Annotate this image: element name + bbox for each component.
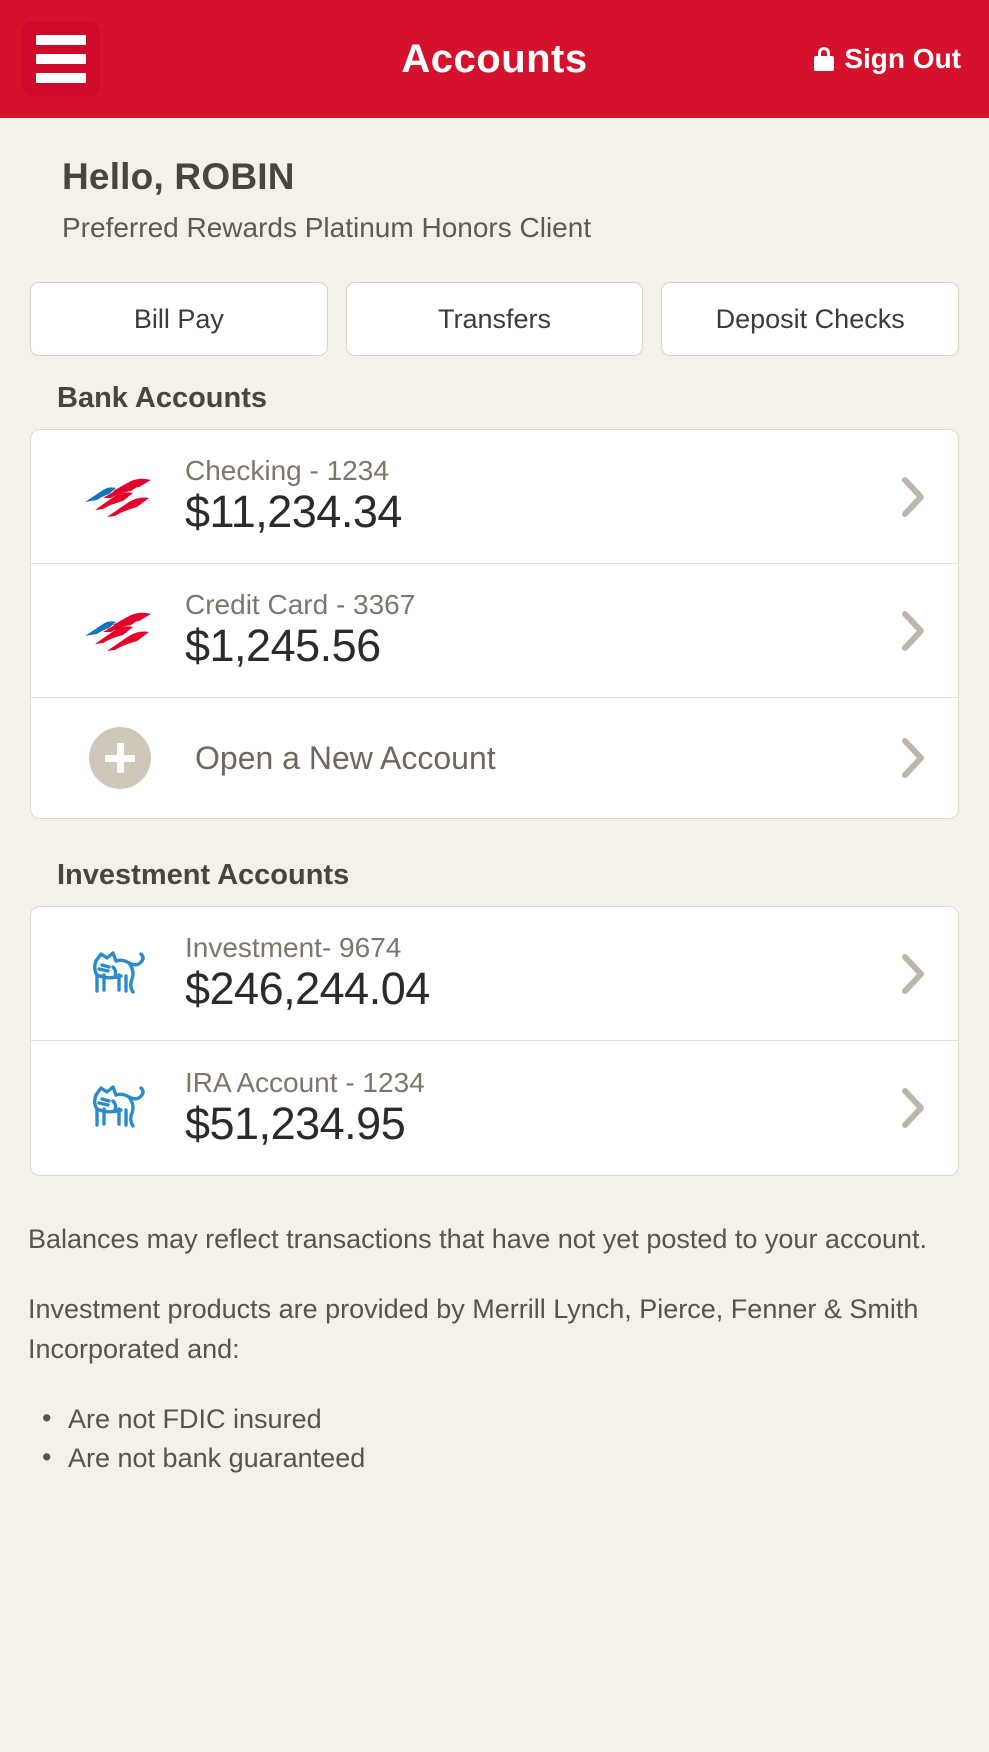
sign-out-label: Sign Out	[844, 43, 961, 75]
disclaimer-block: Balances may reflect transactions that h…	[0, 1176, 989, 1370]
investment-disclaimer: Investment products are provided by Merr…	[28, 1290, 961, 1370]
account-row-ira[interactable]: IRA Account - 1234 $51,234.95	[31, 1041, 958, 1175]
account-info: Credit Card - 3367 $1,245.56	[175, 589, 900, 672]
account-balance: $11,234.34	[185, 487, 900, 537]
open-new-account-row[interactable]: Open a New Account	[31, 698, 958, 818]
bank-of-america-flag-logo	[65, 474, 175, 520]
bank-of-america-flag-logo	[65, 608, 175, 654]
bill-pay-button[interactable]: Bill Pay	[30, 282, 328, 356]
greeting-text: Hello, ROBIN	[62, 156, 989, 198]
account-row-checking[interactable]: Checking - 1234 $11,234.34	[31, 430, 958, 564]
chevron-right-icon	[900, 952, 926, 996]
greeting-block: Hello, ROBIN Preferred Rewards Platinum …	[0, 118, 989, 244]
balances-disclaimer: Balances may reflect transactions that h…	[28, 1220, 961, 1260]
list-item: Are not FDIC insured	[42, 1400, 989, 1439]
account-info: Investment- 9674 $246,244.04	[175, 932, 900, 1015]
app-header: Accounts Sign Out	[0, 0, 989, 118]
account-info: IRA Account - 1234 $51,234.95	[175, 1067, 900, 1150]
account-name: Investment- 9674	[185, 932, 900, 964]
account-balance: $1,245.56	[185, 621, 900, 671]
deposit-checks-button[interactable]: Deposit Checks	[661, 282, 959, 356]
investment-accounts-card: Investment- 9674 $246,244.04	[30, 906, 959, 1176]
bank-accounts-card: Checking - 1234 $11,234.34 Credit Card -…	[30, 429, 959, 819]
sign-out-button[interactable]: Sign Out	[814, 43, 961, 75]
account-name: IRA Account - 1234	[185, 1067, 900, 1099]
merrill-lynch-bull-logo	[65, 1079, 175, 1137]
account-name: Credit Card - 3367	[185, 589, 900, 621]
bank-accounts-heading: Bank Accounts	[0, 356, 989, 429]
account-row-investment[interactable]: Investment- 9674 $246,244.04	[31, 907, 958, 1041]
account-balance: $51,234.95	[185, 1099, 900, 1149]
investment-accounts-heading: Investment Accounts	[0, 819, 989, 906]
account-row-credit-card[interactable]: Credit Card - 3367 $1,245.56	[31, 564, 958, 698]
chevron-right-icon	[900, 609, 926, 653]
lock-icon	[814, 47, 834, 71]
disclaimer-bullet-list: Are not FDIC insured Are not bank guaran…	[0, 1400, 989, 1478]
merrill-lynch-bull-logo	[65, 945, 175, 1003]
plus-circle-icon	[89, 727, 151, 789]
open-new-account-label: Open a New Account	[185, 740, 900, 777]
account-balance: $246,244.04	[185, 964, 900, 1014]
account-name: Checking - 1234	[185, 455, 900, 487]
list-item: Are not bank guaranteed	[42, 1439, 989, 1478]
account-info: Checking - 1234 $11,234.34	[175, 455, 900, 538]
chevron-right-icon	[900, 736, 926, 780]
rewards-status-text: Preferred Rewards Platinum Honors Client	[62, 212, 989, 244]
chevron-right-icon	[900, 1086, 926, 1130]
transfers-button[interactable]: Transfers	[346, 282, 644, 356]
quick-actions-bar: Bill Pay Transfers Deposit Checks	[0, 244, 989, 356]
chevron-right-icon	[900, 475, 926, 519]
